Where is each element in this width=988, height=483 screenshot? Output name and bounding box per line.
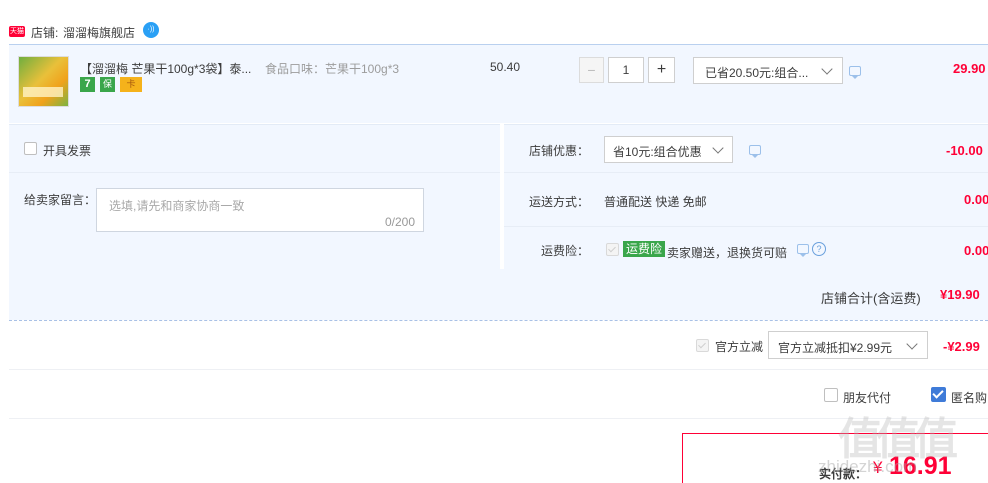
service-badge-guarantee: 保 — [100, 77, 115, 92]
invoice-checkbox[interactable] — [24, 142, 37, 155]
item-promo-chat-icon[interactable] — [849, 66, 861, 79]
insurance-checkbox — [606, 243, 619, 256]
invoice-label: 开具发票 — [43, 144, 92, 158]
friend-pay-checkbox[interactable] — [824, 388, 838, 402]
official-divider — [9, 369, 988, 370]
shop-name-link[interactable]: 溜溜梅旗舰店 — [63, 24, 135, 41]
shop-discount-amount: -10.00 — [946, 143, 983, 158]
quantity-stepper: − 1 + — [579, 57, 675, 83]
shipping-divider — [504, 172, 988, 173]
insurance-tag: 运费险 — [623, 241, 666, 257]
product-sku: 食品口味：芒果干100g*3 — [265, 62, 400, 76]
seller-message-divider — [9, 172, 500, 173]
chevron-down-icon — [821, 63, 833, 75]
shipping-label: 运送方式： — [529, 195, 590, 209]
shop-discount-chat-icon[interactable] — [749, 145, 761, 158]
shop-discount-select[interactable]: 省10元:组合优惠 — [604, 136, 733, 163]
chevron-down-icon — [712, 142, 724, 154]
quantity-input[interactable]: 1 — [608, 57, 644, 83]
watermark-url: zhidezhi.com — [818, 457, 918, 476]
shipping-value: 普通配送 快递 免邮 — [604, 195, 707, 209]
product-thumbnail[interactable] — [18, 56, 69, 107]
item-subtotal: 29.90 — [953, 61, 986, 76]
shop-discount-label: 店铺优惠： — [529, 144, 590, 158]
shop-total-label: 店铺合计(含运费) — [821, 291, 921, 306]
shop-label: 店铺: — [31, 26, 59, 40]
official-discount-label: 官方立减 — [715, 340, 764, 354]
unit-price: 50.40 — [490, 60, 521, 74]
insurance-amount: 0.00 — [964, 243, 988, 258]
service-badge-card: 卡 — [120, 77, 142, 92]
shop-header: 天猫 店铺: 溜溜梅旗舰店 ·)) — [0, 18, 988, 44]
chevron-down-icon — [906, 338, 918, 350]
official-discount-checkbox — [696, 339, 709, 352]
seller-message-placeholder: 选填,请先和商家协商一致 — [109, 199, 245, 213]
help-icon[interactable]: ? — [812, 242, 826, 256]
insurance-divider — [504, 226, 988, 227]
item-row: 【溜溜梅 芒果干100g*3袋】泰... 食品口味：芒果干100g*3 7 保 … — [9, 44, 988, 123]
insurance-text: 卖家赠送，退换货可赔 — [667, 246, 788, 260]
seller-message-counter: 0/200 — [384, 215, 415, 229]
quantity-minus-button[interactable]: − — [579, 57, 604, 83]
item-promo-value: 已省20.50元:组合... — [705, 66, 809, 80]
product-title-link[interactable]: 【溜溜梅 芒果干100g*3袋】泰... — [80, 60, 251, 77]
insurance-chat-icon[interactable] — [797, 244, 809, 257]
tmall-badge: 天猫 — [9, 26, 25, 37]
service-badge-7day: 7 — [80, 77, 95, 92]
official-discount-value: 官方立减抵扣¥2.99元 — [778, 341, 893, 355]
official-discount-amount: -¥2.99 — [943, 339, 980, 354]
seller-message-textarea[interactable]: 选填,请先和商家协商一致 0/200 — [96, 188, 424, 232]
anonymous-label: 匿名购 — [951, 391, 988, 405]
quantity-plus-button[interactable]: + — [648, 57, 675, 83]
wangwang-chat-icon[interactable]: ·)) — [143, 22, 159, 38]
anonymous-checkbox[interactable] — [931, 387, 946, 402]
item-promo-select[interactable]: 已省20.50元:组合... — [693, 57, 843, 84]
shipping-amount: 0.00 — [964, 192, 988, 207]
shop-total-amount: ¥19.90 — [940, 287, 980, 302]
insurance-label: 运费险： — [541, 244, 590, 258]
shop-total-divider — [9, 320, 988, 321]
seller-message-label: 给卖家留言： — [24, 193, 97, 207]
shop-discount-value: 省10元:组合优惠 — [613, 145, 702, 159]
shop-total-row: 店铺合计(含运费) ¥19.90 — [9, 269, 988, 320]
official-discount-select[interactable]: 官方立减抵扣¥2.99元 — [768, 331, 928, 359]
